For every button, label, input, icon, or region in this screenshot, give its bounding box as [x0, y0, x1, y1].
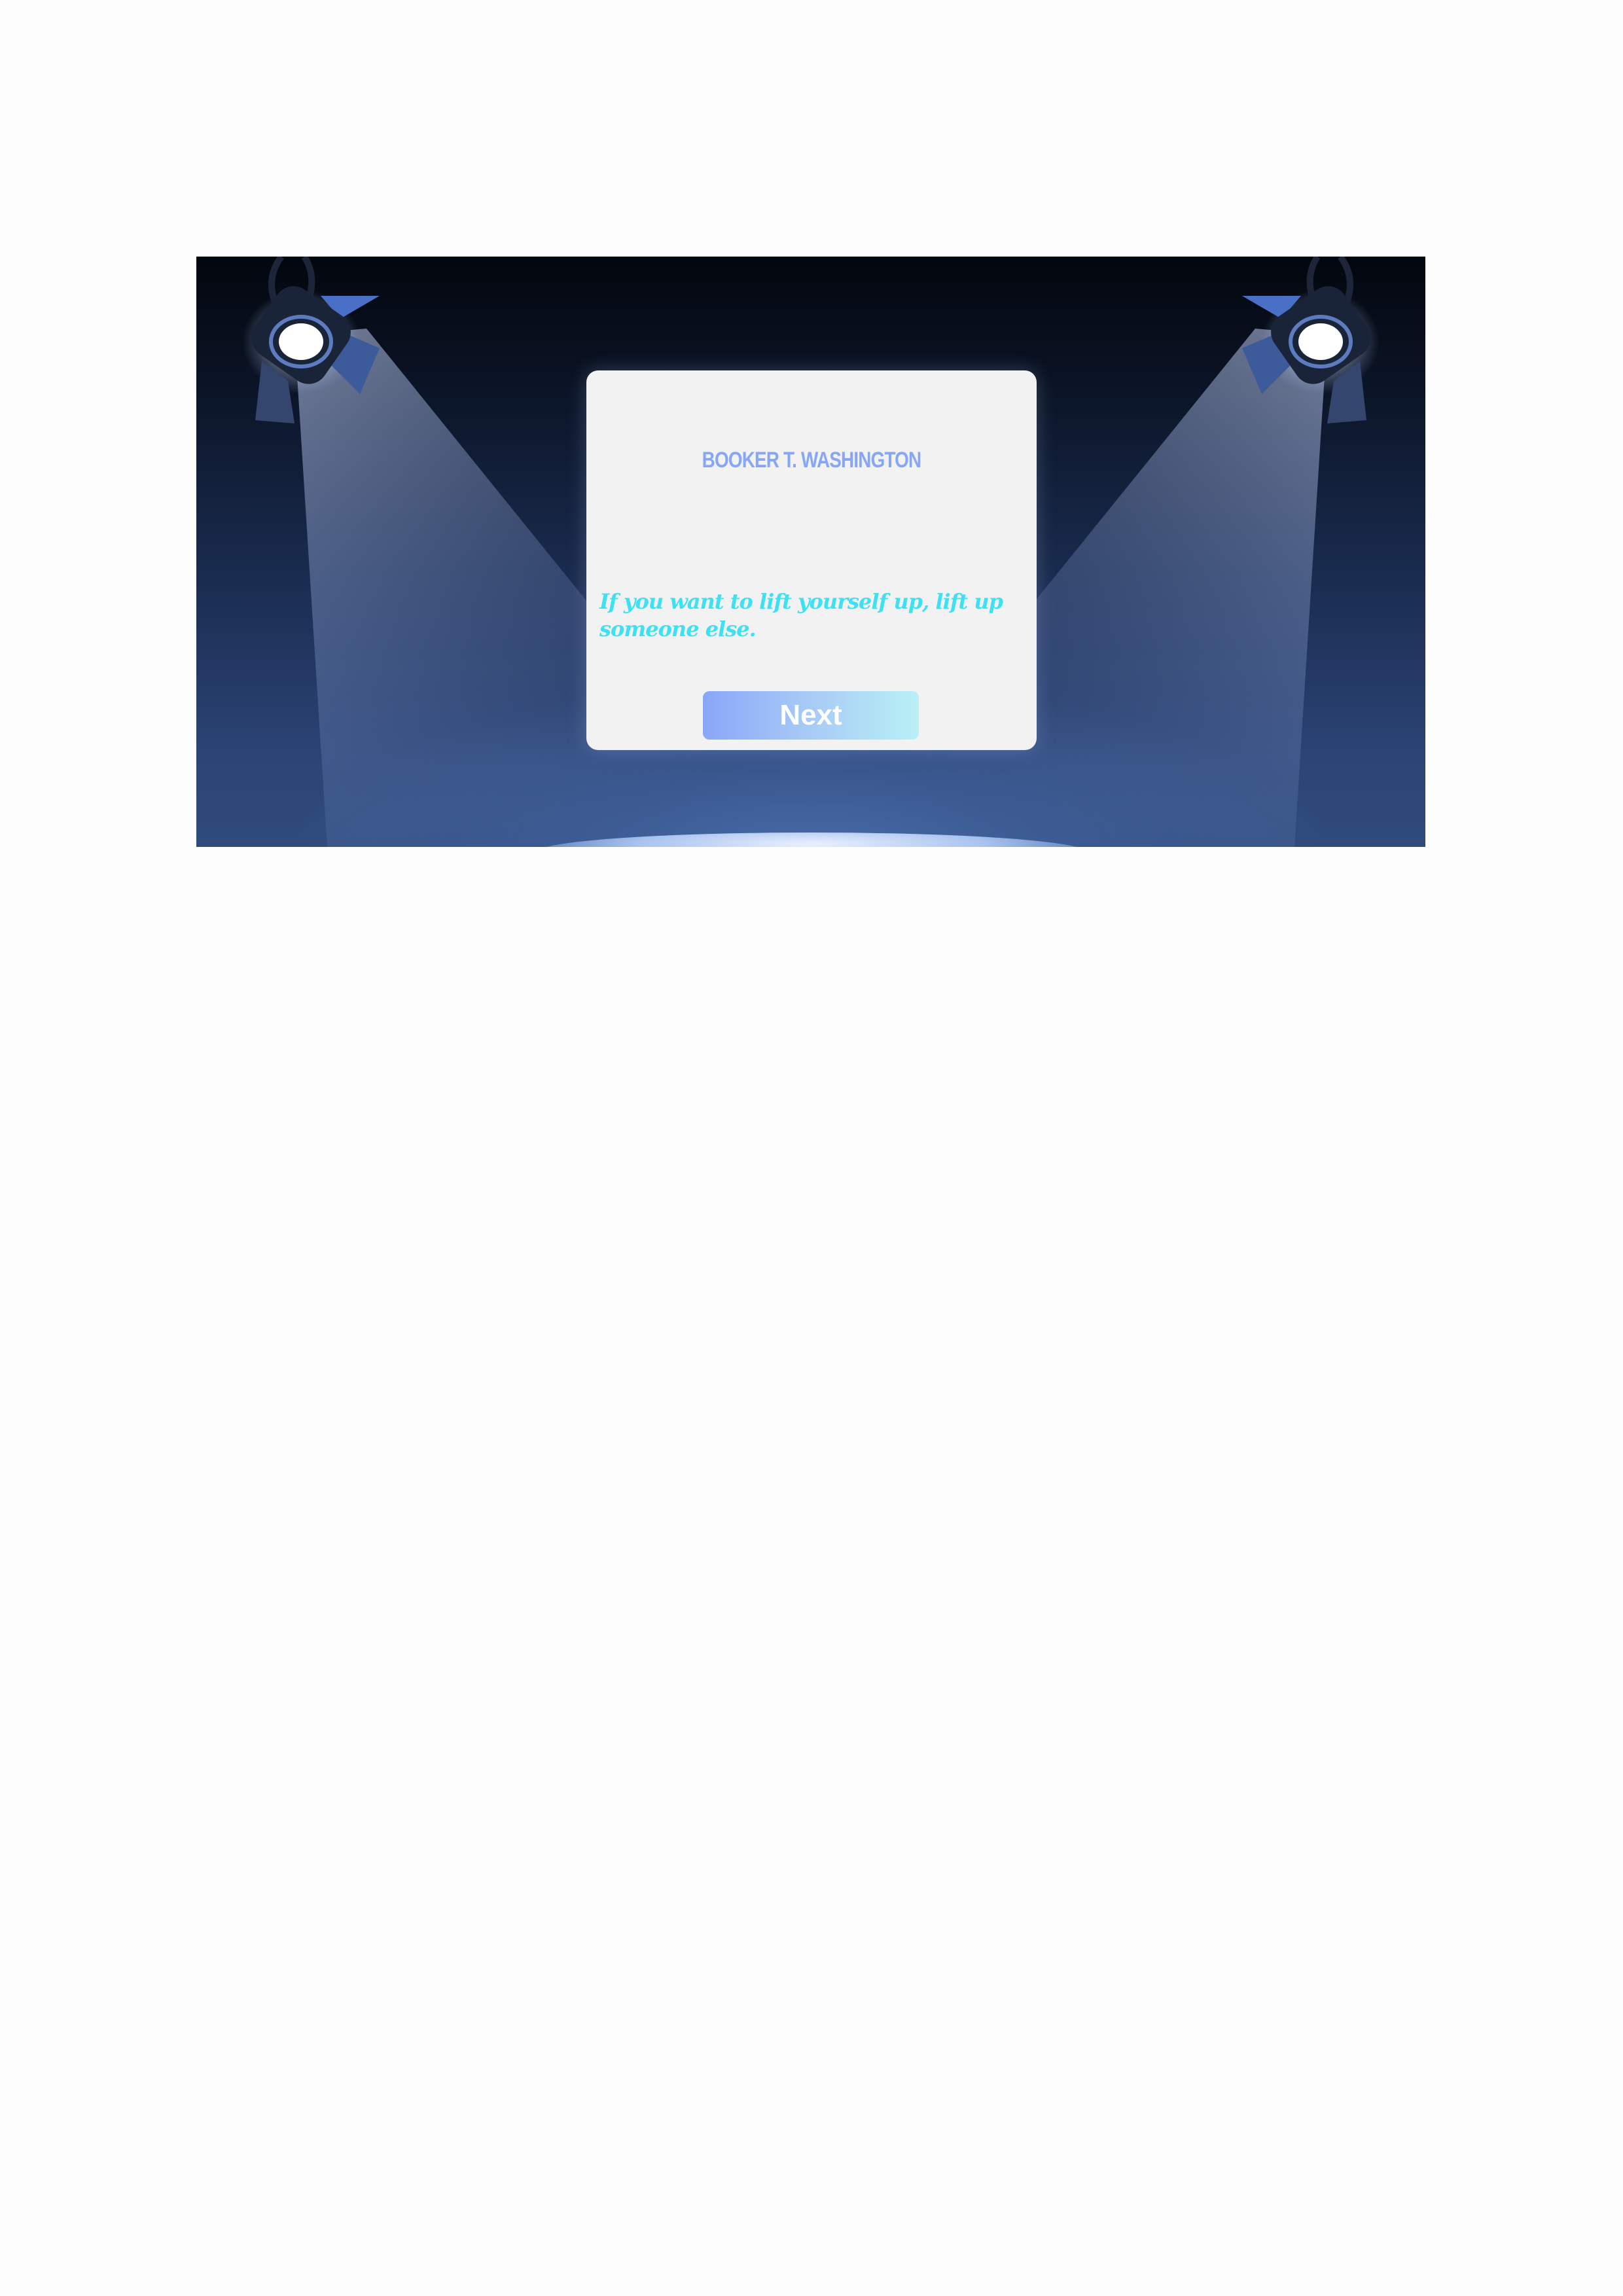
- spotlight-icon: [1242, 257, 1370, 423]
- quote-author: Booker T. Washington: [702, 448, 922, 473]
- quote-card: Booker T. Washington If you want to lift…: [586, 370, 1037, 750]
- next-button[interactable]: Next: [703, 691, 919, 740]
- spotlight-icon: [251, 257, 380, 423]
- quote-text: If you want to lift yourself up, lift up…: [599, 589, 1003, 641]
- stage-background: Booker T. Washington If you want to lift…: [196, 257, 1425, 847]
